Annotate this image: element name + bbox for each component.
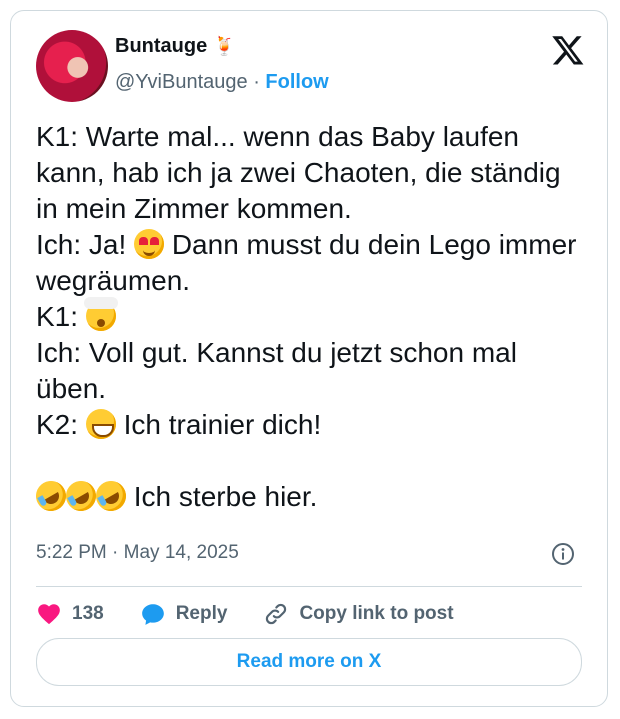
author-handle[interactable]: @YviBuntauge: [115, 71, 248, 93]
copy-link-button[interactable]: Copy link to post: [263, 601, 454, 627]
tweet-text: K1: Warte mal... wenn das Baby laufen ka…: [30, 119, 586, 517]
tweet-line-2a: Ich: Ja!: [36, 229, 127, 260]
copy-link-label: Copy link to post: [299, 603, 454, 624]
rofl-emoji: [90, 475, 132, 517]
tweet-line-4: Ich: Voll gut. Kannst du jetzt schon mal…: [36, 337, 517, 404]
tweet-line-3: K1:: [36, 301, 79, 332]
tweet-actions: 138 Reply Copy link to post: [36, 601, 490, 627]
reply-button[interactable]: Reply: [140, 601, 228, 627]
x-logo-icon[interactable]: [551, 33, 585, 67]
author-name-row: Buntauge 🍹: [115, 35, 236, 58]
separator-dot: ·: [253, 71, 260, 93]
read-more-button[interactable]: Read more on X: [36, 638, 582, 686]
follow-button[interactable]: Follow: [265, 71, 328, 93]
cocktail-emoji: 🍹: [213, 36, 236, 56]
info-icon[interactable]: [551, 542, 575, 566]
heart-icon: [38, 604, 60, 625]
heart-eyes-emoji: [134, 229, 165, 259]
avatar[interactable]: [36, 30, 108, 102]
link-icon: [266, 603, 287, 625]
divider: [36, 586, 582, 587]
tweet-line-5a: K2:: [36, 409, 79, 440]
author-handle-row: @YviBuntauge · Follow: [115, 71, 329, 94]
reply-label: Reply: [175, 603, 228, 624]
tweet-line-6: Ich sterbe hier.: [133, 481, 318, 512]
tweet-timestamp[interactable]: 5:22 PM · May 14, 2025: [36, 542, 239, 564]
exploding-head-emoji: [83, 297, 118, 331]
like-button[interactable]: 138: [36, 601, 104, 627]
speech-bubble-icon: [141, 604, 164, 625]
tweet-line-5b: Ich trainier dich!: [123, 409, 322, 440]
tweet-card: Buntauge 🍹 @YviBuntauge · Follow K1: War…: [10, 10, 608, 707]
tweet-line-1: K1: Warte mal... wenn das Baby laufen ka…: [36, 121, 561, 224]
likes-count: 138: [72, 603, 104, 624]
grinning-emoji: [85, 409, 116, 439]
author-name[interactable]: Buntauge: [115, 35, 207, 58]
